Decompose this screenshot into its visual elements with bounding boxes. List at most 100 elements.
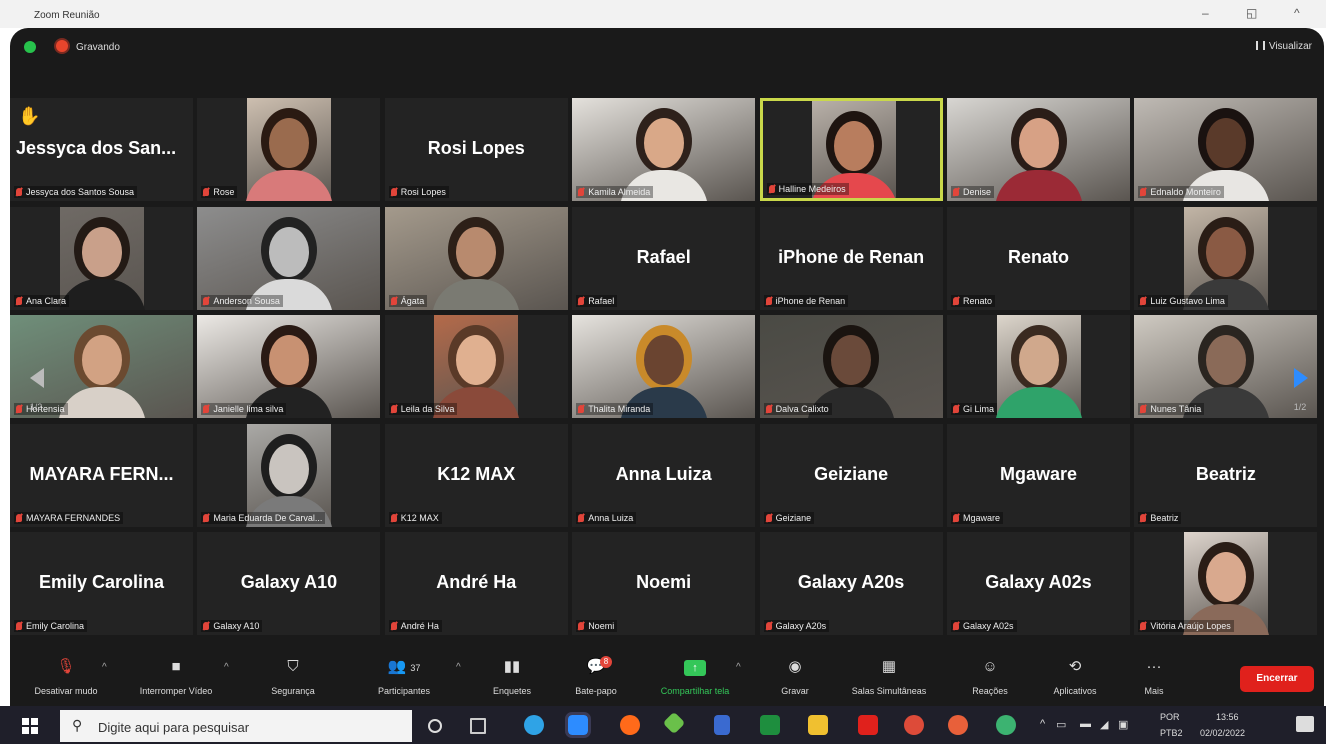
participant-tile[interactable]: Mgaware Mgaware: [947, 423, 1130, 527]
security-button[interactable]: ⛉ Segurança: [256, 658, 330, 696]
participant-tile[interactable]: Ana Clara: [10, 206, 193, 310]
clock-date[interactable]: 02/02/2022: [1200, 728, 1245, 738]
participant-tile[interactable]: Luiz Gustavo Lima: [1134, 206, 1318, 310]
participants-button[interactable]: 👥 37 Participantes: [362, 658, 446, 696]
participant-tile[interactable]: Galaxy A10 Galaxy A10: [197, 532, 381, 636]
app-leaf-icon[interactable]: [662, 711, 686, 735]
polls-button[interactable]: ▮▮ Enquetes: [480, 658, 544, 696]
participant-tile[interactable]: Jessyca dos San... ✋ Jessyca dos Santos So…: [10, 98, 193, 201]
more-button[interactable]: ··· Mais: [1134, 658, 1174, 696]
participant-tile[interactable]: Anna Luiza Anna Luiza: [572, 423, 756, 527]
tray-battery-icon[interactable]: ▬: [1080, 718, 1091, 730]
windows-start-icon[interactable]: [22, 718, 38, 734]
chrome-icon[interactable]: [904, 715, 924, 735]
participant-name-label: Galaxy A20s: [763, 620, 830, 633]
zoom-app-icon[interactable]: [565, 712, 591, 738]
participant-display-name: André Ha: [436, 572, 517, 593]
end-meeting-button[interactable]: Encerrar: [1240, 666, 1314, 692]
chat-button[interactable]: 💬 8 Bate-papo: [560, 656, 632, 696]
app-window: Zoom Reunião – ◱ ^ Gravando Visualizar J…: [0, 0, 1326, 744]
participant-tile[interactable]: Rosi Lopes Rosi Lopes: [384, 98, 568, 201]
participant-tile[interactable]: Anderson Sousa: [197, 206, 381, 310]
powerpoint-icon[interactable]: [948, 715, 968, 735]
meeting-area: Gravando Visualizar Jessyca dos San... ✋ J…: [10, 28, 1324, 706]
participant-tile[interactable]: Denise: [947, 98, 1130, 201]
reactions-button[interactable]: ☺ Reações: [960, 658, 1020, 696]
participant-tile[interactable]: Rafael Rafael: [572, 206, 756, 310]
participant-tile[interactable]: iPhone de Renan iPhone de Renan: [759, 206, 943, 310]
participant-tile[interactable]: MAYARA FERN... MAYARA FERNANDES: [10, 423, 193, 527]
participant-tile[interactable]: Galaxy A20s Galaxy A20s: [759, 532, 943, 636]
participant-tile[interactable]: Beatriz Beatriz: [1134, 423, 1318, 527]
taskbar-search-box[interactable]: ⚲ Digite aqui para pesquisar: [60, 710, 412, 742]
participants-options-caret-icon[interactable]: ^: [456, 662, 461, 673]
participant-tile[interactable]: Leila da Silva: [384, 315, 568, 419]
participant-display-name: Renato: [1007, 246, 1069, 267]
expand-button[interactable]: ^: [1294, 6, 1300, 20]
file-explorer-icon[interactable]: [808, 715, 828, 735]
participant-tile[interactable]: K12 MAX K12 MAX: [384, 423, 568, 527]
muted-mic-icon: [578, 513, 585, 522]
participant-name-label: Renato: [951, 294, 996, 307]
participant-tile[interactable]: Halline Medeiros: [759, 98, 943, 201]
participant-tile[interactable]: Rose: [197, 98, 381, 201]
apps-button[interactable]: ⟲ Aplicativos: [1040, 658, 1110, 696]
video-options-caret-icon[interactable]: ^: [224, 662, 229, 673]
participant-tile[interactable]: Geiziane Geiziane: [759, 423, 943, 527]
participant-tile[interactable]: Renato Renato: [947, 206, 1130, 310]
muted-mic-icon: [765, 296, 772, 305]
share-options-caret-icon[interactable]: ^: [736, 662, 741, 673]
participant-tile[interactable]: Maria Eduarda De Carval...: [197, 423, 381, 527]
excel-icon[interactable]: [760, 715, 780, 735]
keyboard-layout[interactable]: PTB2: [1160, 728, 1183, 738]
security-shield-icon[interactable]: [24, 41, 36, 53]
share-screen-icon: ↑: [640, 658, 750, 676]
muted-mic-icon: [953, 188, 959, 196]
edge-browser-icon[interactable]: [524, 715, 544, 735]
chrome-profile-icon[interactable]: [996, 715, 1016, 735]
calculator-icon[interactable]: [714, 715, 730, 735]
restore-button[interactable]: ◱: [1246, 6, 1257, 20]
view-button[interactable]: Visualizar: [1255, 41, 1312, 52]
cortana-icon[interactable]: [428, 719, 442, 733]
clock-time[interactable]: 13:56: [1216, 712, 1239, 722]
tray-wifi-icon[interactable]: ◢: [1100, 718, 1108, 731]
task-view-icon[interactable]: [470, 718, 486, 734]
breakout-rooms-button[interactable]: ▦ Salas Simultâneas: [836, 658, 942, 696]
windows-taskbar: ⚲ Digite aqui para pesquisar ^ ▭ ▬ ◢ ▣ P…: [0, 706, 1326, 744]
participant-tile[interactable]: André Ha André Ha: [384, 532, 568, 636]
minimize-button[interactable]: –: [1202, 6, 1209, 20]
tray-expand-icon[interactable]: ^: [1040, 718, 1045, 730]
tray-volume-icon[interactable]: ▣: [1118, 718, 1128, 731]
participant-tile[interactable]: Ednaldo Monteiro: [1134, 98, 1318, 201]
pdf-reader-icon[interactable]: [858, 715, 878, 735]
participant-name-label: Dalva Calixto: [763, 403, 832, 416]
participant-tile[interactable]: Thalita Miranda: [572, 315, 756, 419]
participant-tile[interactable]: Janielle lima silva: [197, 315, 381, 419]
unmute-button[interactable]: 🎙 Desativar mudo: [16, 658, 116, 696]
participant-video: [57, 206, 146, 310]
next-page-button[interactable]: 1/2: [1280, 348, 1320, 412]
participant-tile[interactable]: Kamila Almeida: [572, 98, 756, 201]
participant-tile[interactable]: Ágata: [384, 206, 568, 310]
participant-tile[interactable]: Gi Lima: [947, 315, 1130, 419]
participant-tile[interactable]: Emily Carolina Emily Carolina: [10, 532, 193, 636]
input-language[interactable]: POR: [1160, 712, 1180, 722]
participant-name-label: Mgaware: [951, 511, 1004, 524]
meeting-toolbar: 🎙 Desativar mudo ^ ■ Interromper Vídeo ^…: [10, 646, 1324, 706]
participant-tile[interactable]: Vitória Araújo Lopes: [1134, 532, 1318, 636]
muted-mic-icon: [578, 296, 585, 305]
firefox-icon[interactable]: [620, 715, 640, 735]
stop-video-button[interactable]: ■ Interromper Vídeo: [120, 658, 232, 696]
muted-mic-icon: [1140, 188, 1147, 196]
audio-options-caret-icon[interactable]: ^: [102, 662, 107, 673]
participant-tile[interactable]: Dalva Calixto: [759, 315, 943, 419]
previous-page-button[interactable]: 1/2: [16, 348, 56, 412]
share-screen-button[interactable]: ↑ Compartilhar tela: [640, 658, 750, 696]
tray-network-icon[interactable]: ▭: [1056, 718, 1066, 731]
participant-tile[interactable]: Galaxy A02s Galaxy A02s: [947, 532, 1130, 636]
participant-tile[interactable]: Noemi Noemi: [572, 532, 756, 636]
notification-center-icon[interactable]: [1296, 716, 1314, 732]
record-button[interactable]: ◉ Gravar: [770, 658, 820, 696]
participant-name-label: Nunes Tânia: [1138, 403, 1205, 416]
